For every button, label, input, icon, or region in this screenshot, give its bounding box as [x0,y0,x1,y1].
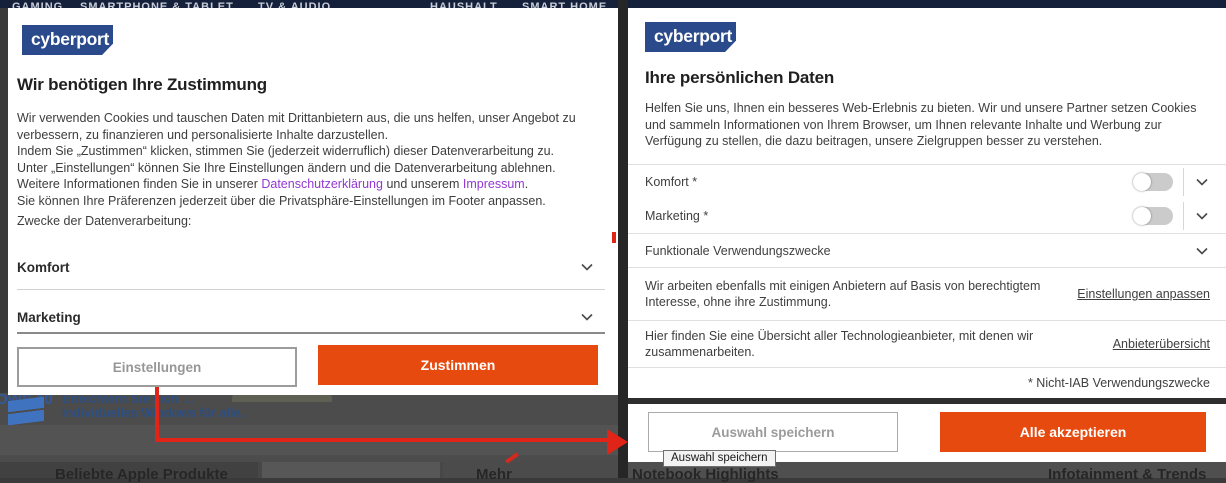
accordion-komfort[interactable]: Komfort [17,246,605,288]
divider [628,367,1226,368]
divider [17,332,605,334]
chevron-down-icon[interactable] [1194,208,1210,224]
paragraph-preferences-text: Sie können Ihre Präferenzen jederzeit üb… [17,193,546,208]
adjust-settings-link[interactable]: Einstellungen anpassen [1077,287,1210,301]
background-bottom-strip: Beliebte Apple Produkte Mehr Notebook Hi… [0,462,1226,483]
chevron-down-icon [1196,247,1208,255]
annotation-arrowhead-icon [607,429,628,455]
privacy-policy-link[interactable]: Datenschutzerklärung [261,177,383,191]
divider [1183,168,1184,196]
settings-button[interactable]: Einstellungen [17,347,297,387]
nav-item: GAMING [12,1,64,8]
paragraph-consent-text2: und unserem [382,177,463,191]
nav-item: SMART HOME [522,1,608,8]
save-selection-button[interactable]: Auswahl speichern [648,412,898,452]
vendor-overview-link[interactable]: Anbieterübersicht [1113,337,1210,351]
cyberport-logo: cyberport [22,25,113,55]
annotation-arrow-horizontal [155,438,610,442]
top-navigation-bar: GAMING SMARTPHONE & TABLET TV & AUDIO HA… [0,0,1226,8]
windows-logo-icon [8,396,44,426]
modal-gap [618,0,628,478]
nav-item: HAUSHALT [430,1,498,8]
bottom-heading: Notebook Highlights [632,466,779,483]
vendors-text: Hier finden Sie eine Übersicht aller Tec… [645,328,1034,360]
paragraph-consent-text3: . [524,177,529,191]
toggle-knob [1133,207,1151,225]
komfort-toggle[interactable] [1133,173,1173,191]
row-komfort: Komfort * [628,165,1226,199]
paragraph-consent: Indem Sie „Zustimmen“ klicken, stimmen S… [17,143,585,193]
paragraph-cookies-text: Wir verwenden Cookies und tauschen Daten… [17,111,576,142]
purposes-label: Zwecke der Datenverarbeitung: [17,214,192,228]
bottom-heading: Mehr [476,466,512,483]
consent-dialog-left: cyberport Wir benötigen Ihre Zustimmung … [8,8,618,395]
paragraph-cookies: Wir verwenden Cookies und tauschen Daten… [17,110,585,143]
right-dialog-title: Ihre persönlichen Daten [645,68,835,87]
accordion-marketing-label: Marketing [17,309,81,325]
bottom-panel [262,462,440,478]
imprint-link[interactable]: Impressum [463,177,525,191]
annotation-red-mark [612,232,616,243]
bottom-panel [443,462,620,478]
legitimate-interest-text: Wir arbeiten ebenfalls mit einigen Anbie… [645,278,1041,310]
divider [17,289,605,290]
bottom-heading: Beliebte Apple Produkte [55,466,228,483]
paragraph-preferences: Sie können Ihre Präferenzen jederzeit üb… [17,193,585,210]
row-marketing: Marketing * [628,199,1226,233]
accept-button[interactable]: Zustimmen [318,345,598,385]
chevron-down-icon[interactable] [1194,174,1210,190]
divider [1183,202,1184,230]
nav-item: TV & AUDIO [258,1,332,8]
annotation-arrow-vertical [155,387,159,442]
row-funktionale[interactable]: Funktionale Verwendungszwecke [628,234,1226,267]
row-funktionale-label: Funktionale Verwendungszwecke [645,243,831,258]
left-dialog-body: Wir verwenden Cookies und tauschen Daten… [17,110,585,209]
tooltip: Auswahl speichern [663,450,776,467]
cyberport-logo: cyberport [645,22,736,52]
bottom-heading: Infotainment & Trends [1048,466,1207,483]
vendors-section: Hier finden Sie eine Übersicht aller Tec… [628,321,1226,367]
row-komfort-label: Komfort * [645,175,698,189]
legitimate-interest-section: Wir arbeiten ebenfalls mit einigen Anbie… [628,268,1226,320]
accept-all-button[interactable]: Alle akzeptieren [940,412,1206,452]
row-marketing-label: Marketing * [645,209,709,223]
footnote: * Nicht-IAB Verwendungszwecke [1027,376,1210,390]
promo-line-2: individuelles Windows für alle. [62,406,244,420]
accordion-komfort-label: Komfort [17,259,70,275]
toggle-knob [1133,173,1151,191]
chevron-down-icon [581,313,593,321]
marketing-toggle[interactable] [1133,207,1173,225]
nav-item: SMARTPHONE & TABLET [80,1,234,8]
left-dialog-title: Wir benötigen Ihre Zustimmung [17,75,267,94]
consent-dialog-right: cyberport Ihre persönlichen Daten Helfen… [628,8,1226,398]
footnote-row: * Nicht-IAB Verwendungszwecke [628,371,1226,395]
chevron-down-icon [581,263,593,271]
right-dialog-body: Helfen Sie uns, Ihnen ein besseres Web-E… [645,101,1197,148]
